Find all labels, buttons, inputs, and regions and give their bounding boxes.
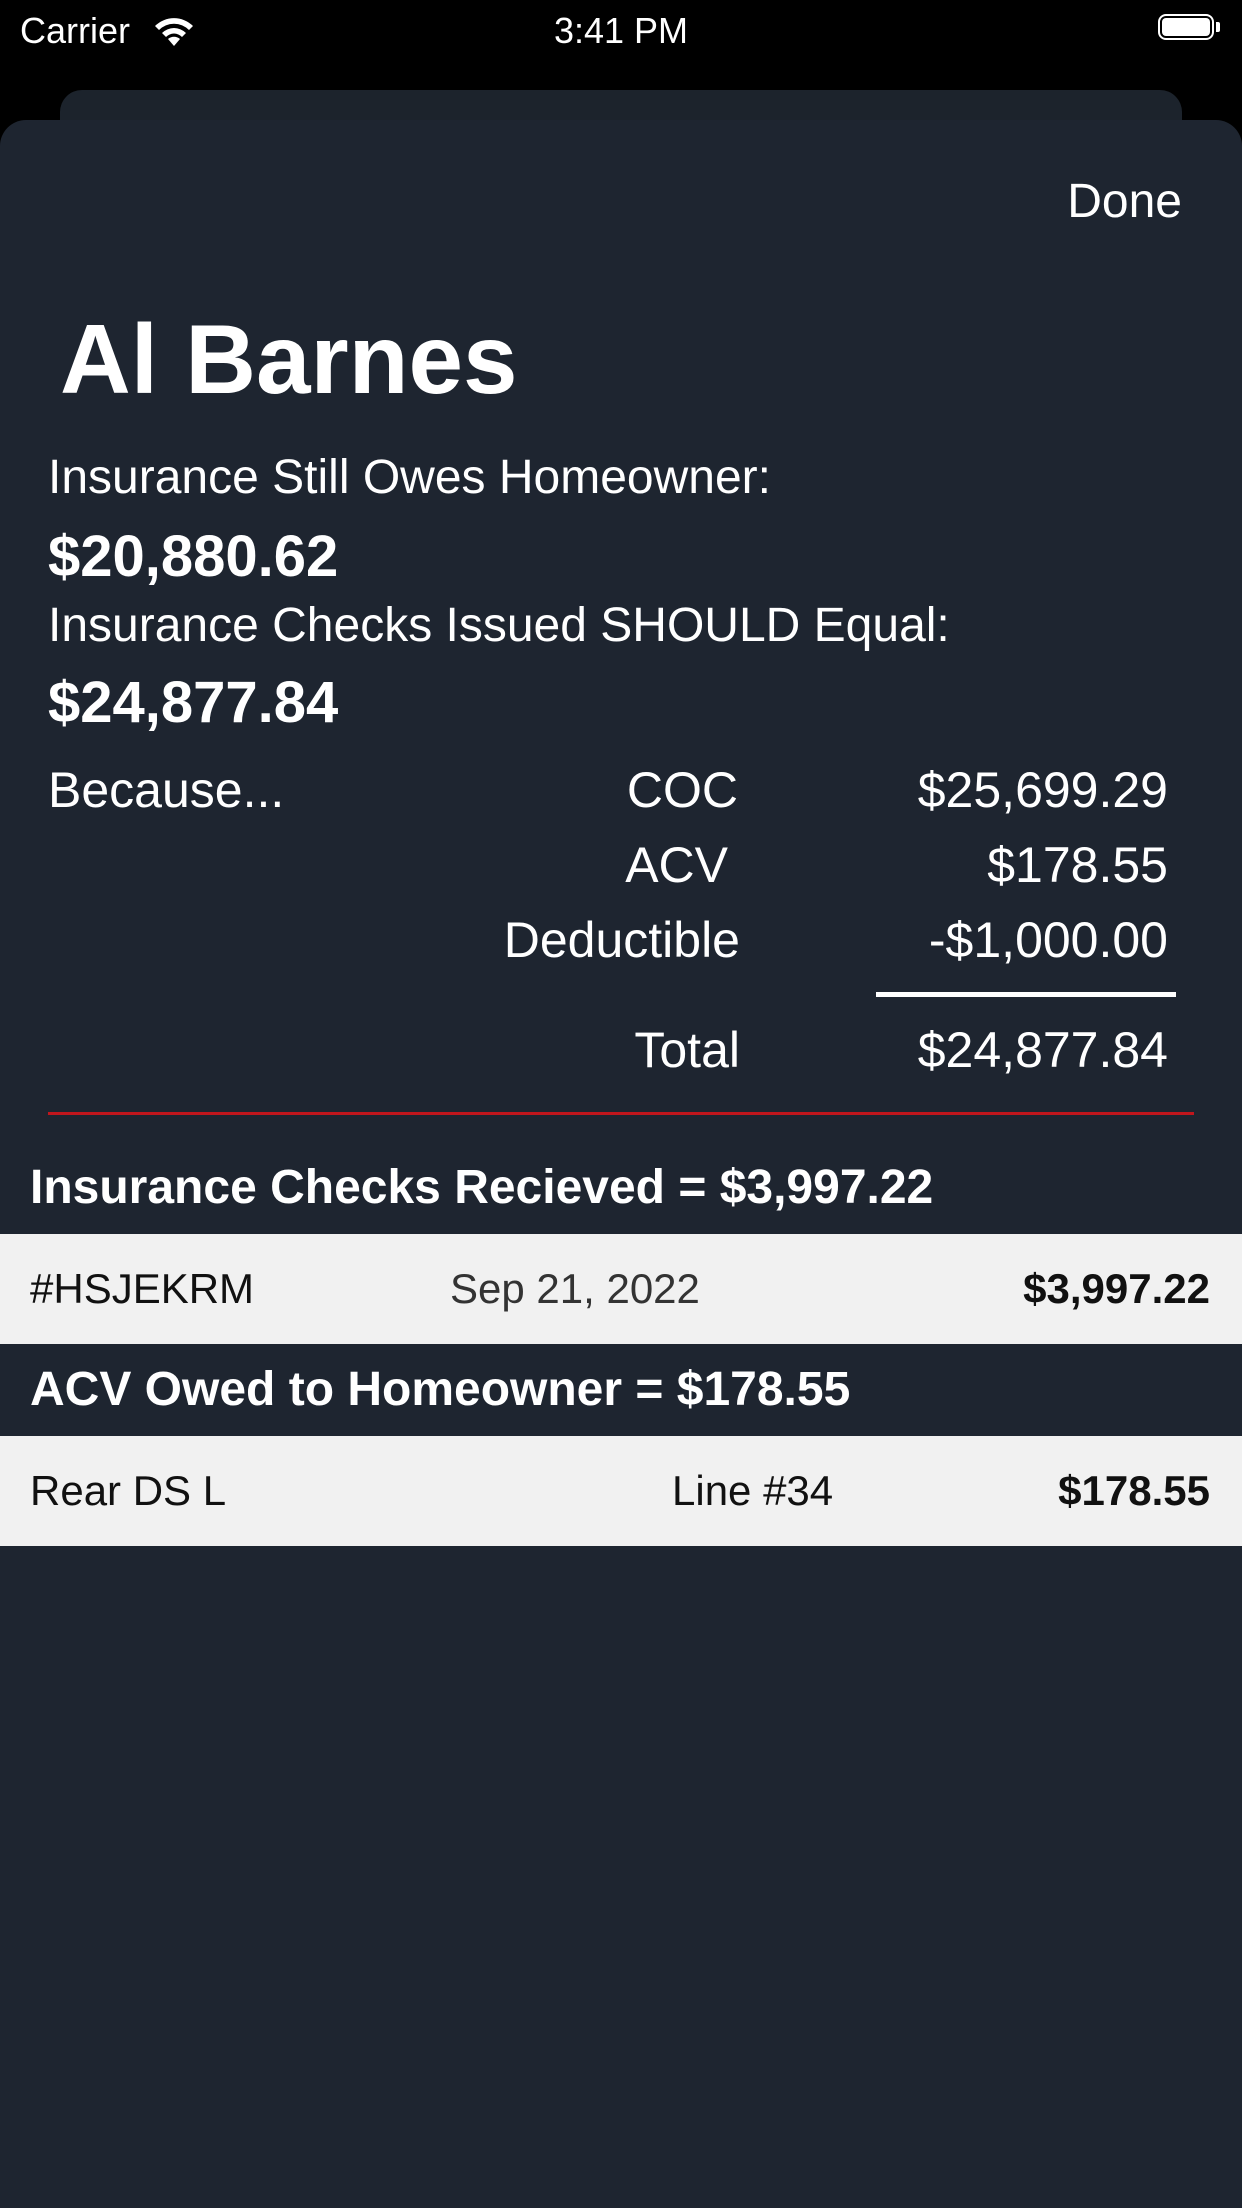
section-divider	[48, 1112, 1194, 1115]
acv-row[interactable]: Rear DS L Line #34 $178.55	[0, 1436, 1242, 1546]
acv-owed-header: ACV Owed to Homeowner = $178.55	[30, 1363, 851, 1416]
calc-row-deductible: Deductible -$1,000.00	[0, 910, 1242, 970]
check-date: Sep 21, 2022	[450, 1265, 700, 1312]
still-owes-label: Insurance Still Owes Homeowner:	[48, 451, 771, 504]
done-button[interactable]: Done	[1067, 174, 1182, 230]
calc-label: ACV	[625, 837, 728, 893]
still-owes-amount: $20,880.62	[48, 524, 339, 589]
acv-item-name: Rear DS L	[30, 1467, 227, 1514]
calc-row-acv: ACV $178.55	[0, 835, 1242, 895]
calc-row-coc: Because... COC $25,699.29	[0, 760, 1242, 820]
check-amount: $3,997.22	[1023, 1265, 1210, 1312]
calc-value: $178.55	[987, 837, 1168, 893]
total-label: Total	[634, 1022, 740, 1078]
detail-sheet: Done Al Barnes Insurance Still Owes Home…	[0, 120, 1242, 2208]
check-row[interactable]: #HSJEKRM Sep 21, 2022 $3,997.22	[0, 1234, 1242, 1344]
checks-received-header: Insurance Checks Recieved = $3,997.22	[30, 1161, 934, 1214]
calc-label: COC	[626, 762, 738, 818]
sum-divider	[876, 992, 1176, 997]
calc-row-total: Total $24,877.84	[0, 1020, 1242, 1080]
total-value: $24,877.84	[917, 1022, 1168, 1078]
calc-value: -$1,000.00	[928, 912, 1168, 968]
check-id: #HSJEKRM	[30, 1265, 255, 1312]
because-label: Because...	[48, 762, 285, 818]
status-time: 3:41 PM	[553, 10, 689, 51]
page-title: Al Barnes	[60, 304, 518, 414]
acv-item-line: Line #34	[672, 1467, 834, 1514]
battery-icon	[1158, 14, 1222, 44]
calc-value: $25,699.29	[917, 762, 1168, 818]
status-bar: Carrier 3:41 PM	[0, 0, 1242, 62]
acv-item-amount: $178.55	[1058, 1467, 1210, 1514]
checks-should-label: Insurance Checks Issued SHOULD Equal:	[48, 599, 950, 652]
checks-should-amount: $24,877.84	[48, 670, 339, 735]
calc-label: Deductible	[503, 912, 740, 968]
